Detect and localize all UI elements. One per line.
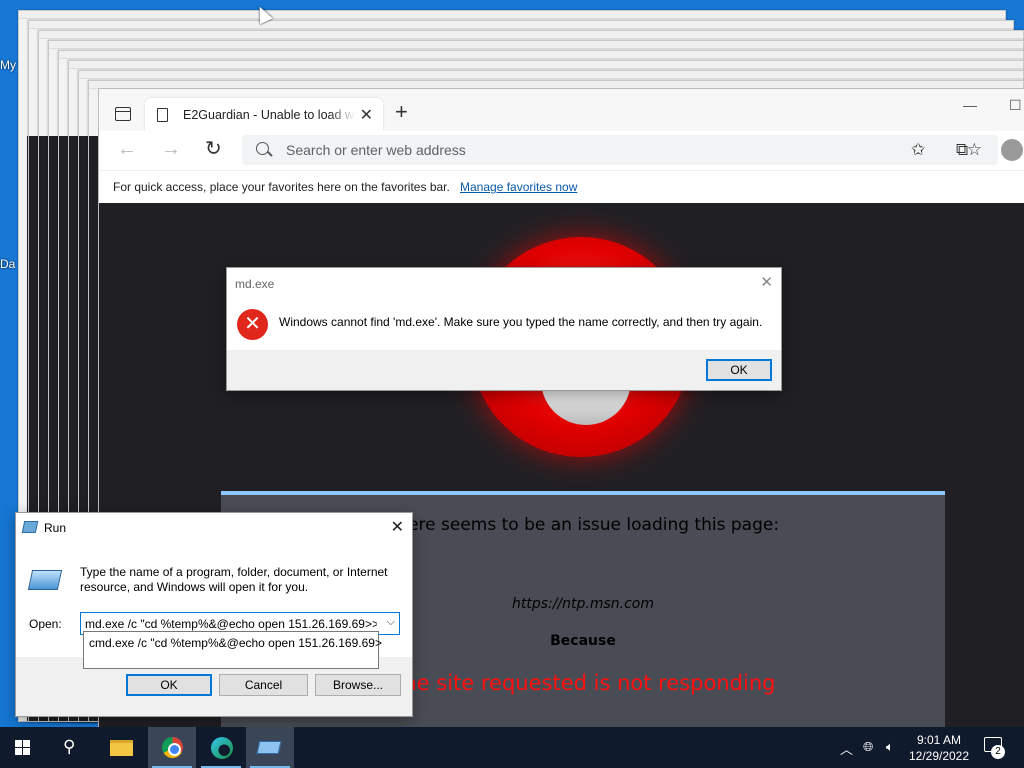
close-tab-icon[interactable]: ✕ (360, 105, 373, 125)
folder-icon (110, 740, 133, 756)
dialog-footer: OK (227, 350, 781, 390)
system-clock[interactable]: 9:01 AM 12/29/2022 (904, 732, 974, 764)
run-icon (256, 741, 282, 754)
refresh-icon[interactable]: ↻ (205, 139, 222, 159)
network-globe-icon[interactable]: 🌐︎ (863, 739, 873, 755)
open-label: Open: (29, 617, 62, 631)
taskbar: ⚲ ︿ 🌐︎ 🔈︎ 9:01 AM 12/29/2022 2 (0, 727, 1024, 768)
browse-button[interactable]: Browse... (315, 674, 401, 696)
chevron-down-icon[interactable]: ⌵ (387, 616, 395, 629)
add-favorite-star-icon[interactable]: ☆ (967, 140, 982, 160)
taskbar-edge[interactable] (197, 727, 245, 768)
desktop-label-my[interactable]: My (0, 58, 16, 72)
desktop-label-da[interactable]: Da (0, 257, 15, 271)
back-arrow-icon[interactable]: ← (117, 139, 137, 159)
edge-icon (211, 737, 233, 759)
run-program-icon (27, 570, 63, 590)
dialog-caption: md.exe (235, 277, 275, 291)
notification-count-badge: 2 (991, 745, 1005, 759)
favorites-bar-message: For quick access, place your favorites h… (113, 180, 450, 194)
error-x-icon: ✕ (237, 309, 268, 340)
forward-arrow-icon[interactable]: → (161, 139, 181, 159)
run-dialog: Run ✕ Type the name of a program, folder… (15, 512, 413, 717)
close-icon[interactable]: ✕ (391, 517, 404, 537)
browser-tab-active[interactable]: E2Guardian - Unable to load web page ✕ (145, 98, 383, 131)
taskbar-file-explorer[interactable] (98, 727, 146, 768)
search-icon[interactable]: ⚲ (63, 737, 75, 757)
open-command-value: md.exe /c "cd %temp%&@echo open 151.26.1… (85, 617, 377, 631)
new-tab-button[interactable]: + (395, 101, 408, 123)
volume-icon[interactable]: 🔈︎ (886, 739, 894, 755)
run-description: Type the name of a program, folder, docu… (80, 565, 388, 594)
manage-favorites-link[interactable]: Manage favorites now (460, 180, 577, 194)
maximize-button[interactable]: ☐ (1009, 97, 1022, 114)
tab-title: E2Guardian - Unable to load web page (183, 108, 355, 122)
chrome-icon (162, 737, 183, 758)
address-placeholder: Search or enter web address (286, 142, 466, 158)
taskbar-chrome[interactable] (148, 727, 196, 768)
navigation-bar: ← → ↻ Search or enter web address ☆ ✩ ⧉ (99, 131, 1024, 171)
md-exe-error-dialog: md.exe ✕ ✕ Windows cannot find 'md.exe'.… (226, 267, 782, 391)
ok-button[interactable]: OK (126, 674, 212, 696)
ok-button[interactable]: OK (706, 359, 772, 381)
favorites-bar: For quick access, place your favorites h… (99, 171, 1024, 203)
address-bar[interactable]: Search or enter web address ☆ (242, 135, 998, 165)
error-message: Windows cannot find 'md.exe'. Make sure … (279, 315, 763, 329)
autocomplete-item[interactable]: cmd.exe /c "cd %temp%&@echo open 151.26.… (89, 636, 382, 650)
favorites-icon[interactable]: ✩ (911, 140, 925, 160)
search-icon (256, 142, 269, 155)
tab-actions-icon[interactable] (115, 107, 131, 121)
dialog-caption: Run (44, 521, 67, 535)
taskbar-run[interactable] (246, 727, 294, 768)
page-document-icon (157, 108, 168, 122)
start-windows-icon[interactable] (15, 740, 31, 756)
close-icon[interactable]: ✕ (760, 273, 773, 291)
autocomplete-dropdown: cmd.exe /c "cd %temp%&@echo open 151.26.… (83, 631, 382, 669)
tab-strip: E2Guardian - Unable to load web page ✕ +… (99, 89, 1024, 131)
clock-date: 12/29/2022 (908, 749, 970, 763)
collections-icon[interactable]: ⧉ (956, 140, 968, 160)
clock-time: 9:01 AM (916, 733, 962, 747)
profile-avatar[interactable] (1001, 139, 1023, 161)
notification-center-icon[interactable]: 2 (984, 737, 1005, 759)
run-icon (21, 521, 39, 533)
minimize-button[interactable]: — (963, 97, 977, 113)
cancel-button[interactable]: Cancel (219, 674, 308, 696)
chevron-up-icon[interactable]: ︿ (840, 739, 853, 758)
